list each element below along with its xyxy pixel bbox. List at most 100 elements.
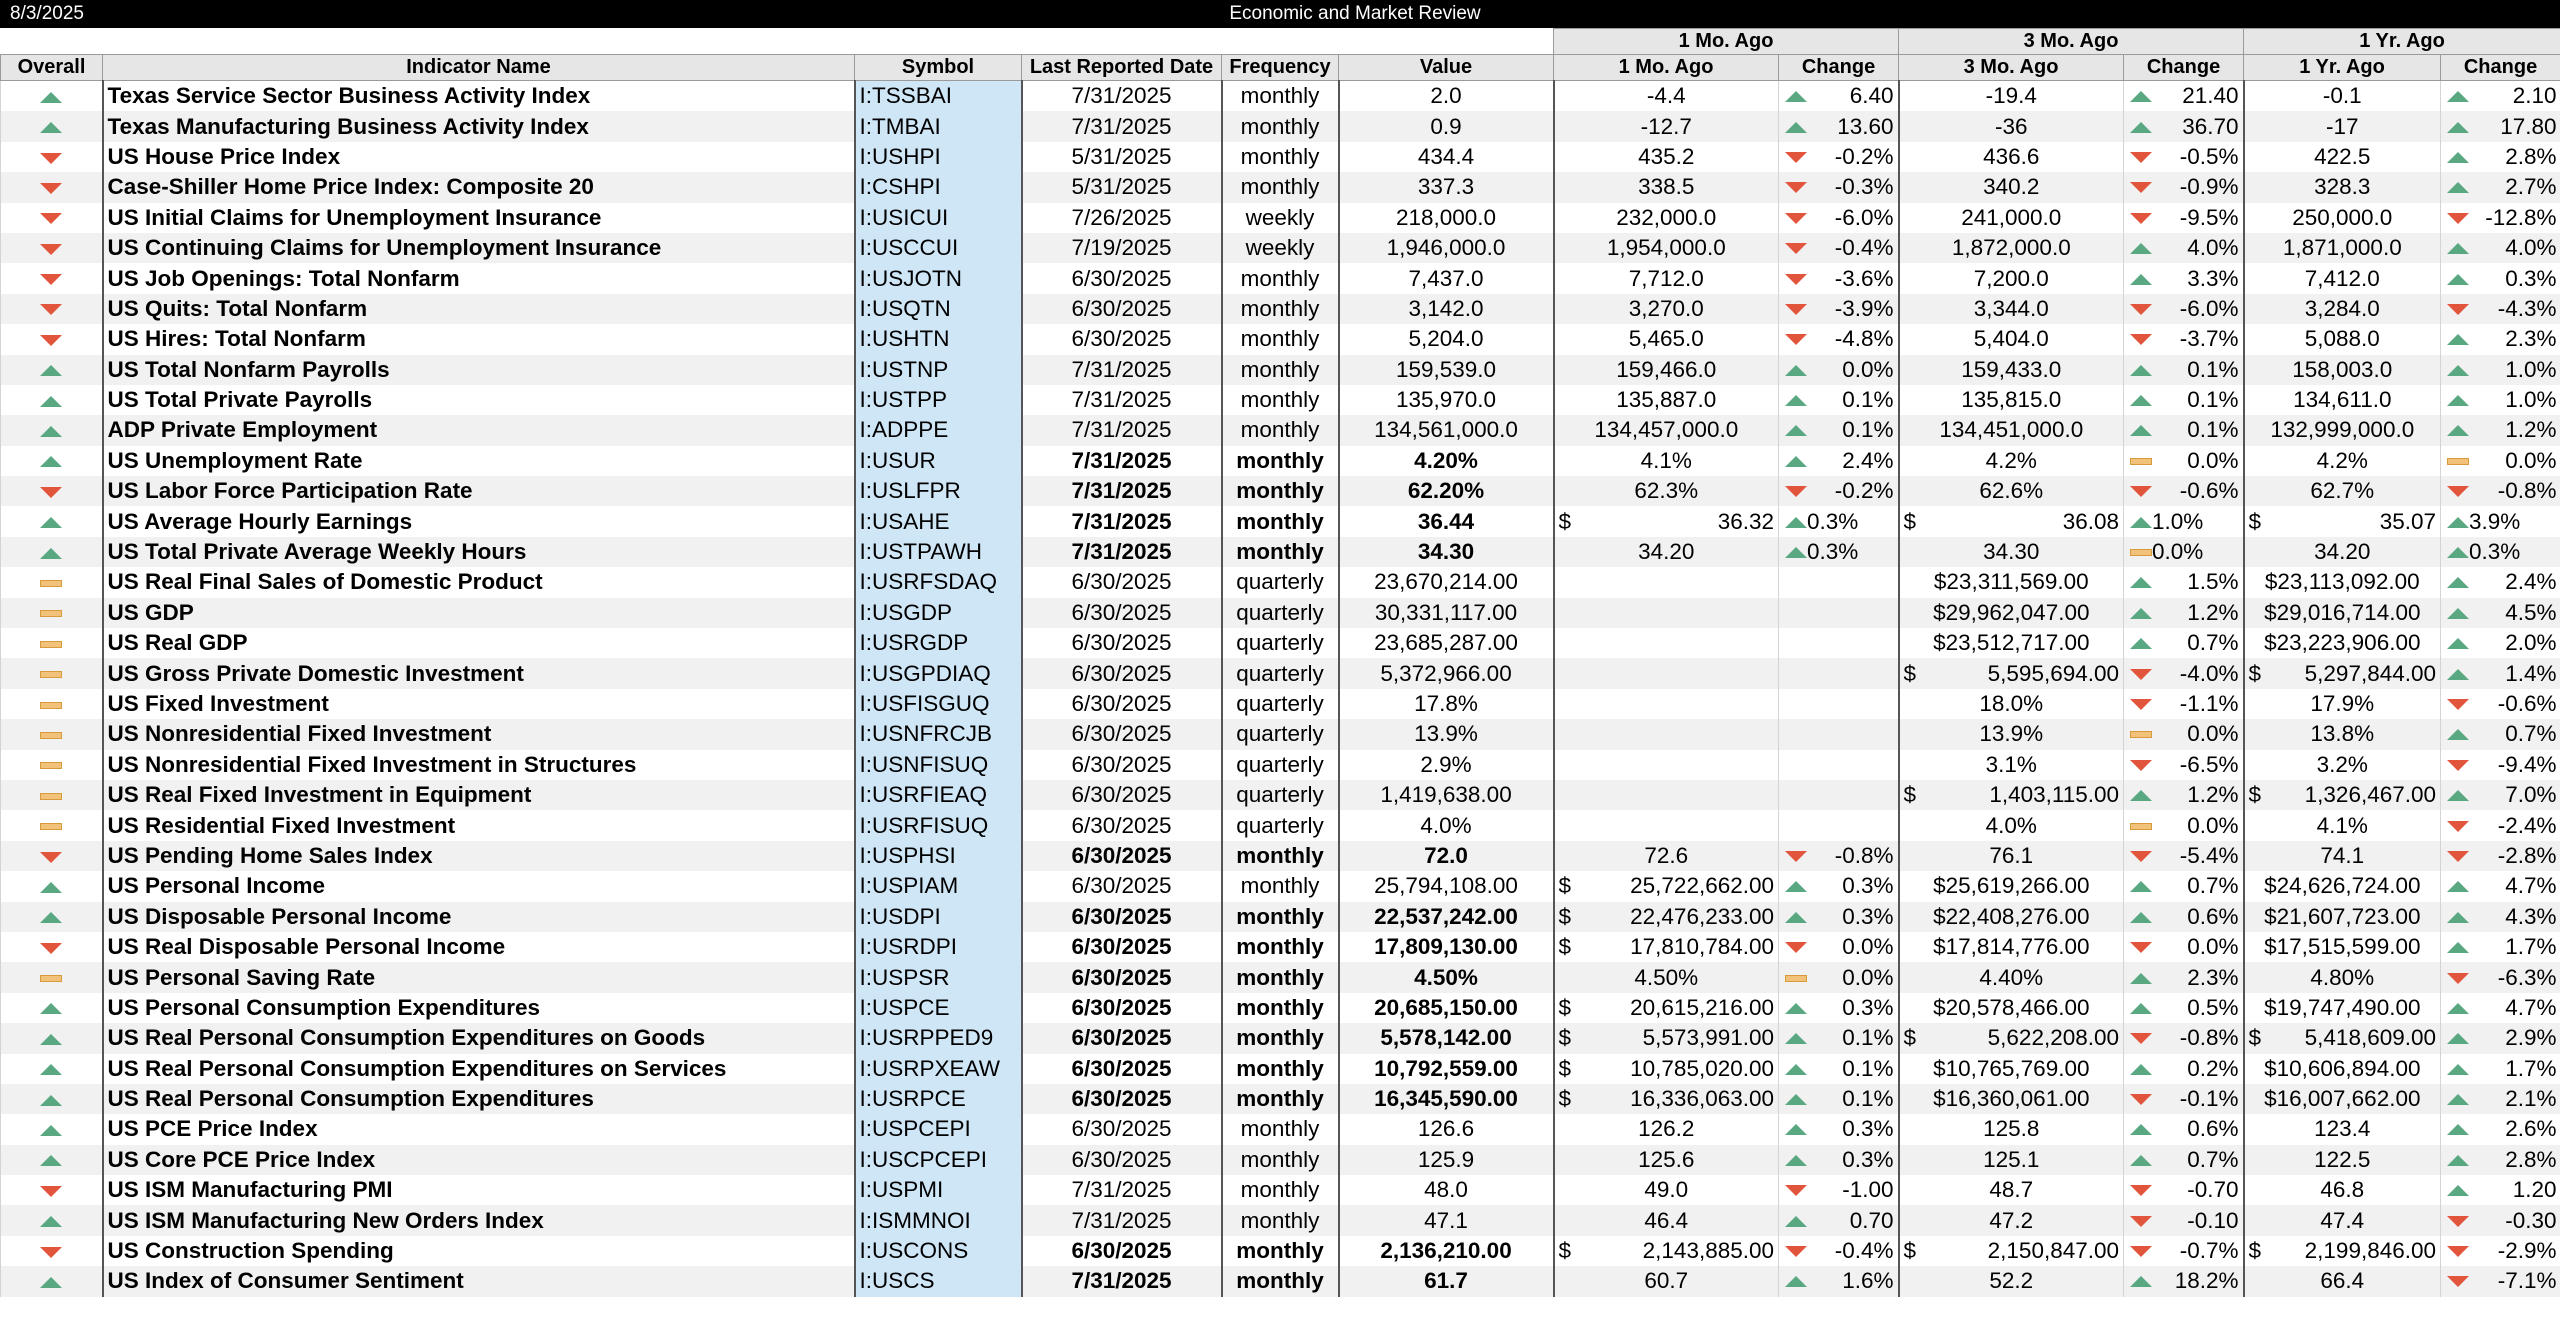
date-cell[interactable]: 6/30/2025 bbox=[1021, 810, 1223, 841]
three-month-value-cell[interactable]: 125.8 bbox=[1898, 1114, 2125, 1145]
indicator-name-cell[interactable]: US Real Personal Consumption Expenditure… bbox=[102, 1023, 856, 1054]
one-year-change-cell[interactable]: -2.8% bbox=[2440, 840, 2560, 872]
value-cell[interactable]: 17,809,130.00 bbox=[1337, 931, 1555, 963]
value-cell[interactable]: 5,372,966.00 bbox=[1337, 658, 1555, 689]
overall-cell[interactable] bbox=[0, 719, 104, 750]
one-month-value-cell[interactable]: 159,466.0 bbox=[1553, 354, 1780, 385]
date-cell[interactable]: 7/31/2025 bbox=[1021, 384, 1223, 416]
one-month-change-cell[interactable]: 0.70 bbox=[1778, 1205, 1900, 1236]
one-year-value-cell[interactable]: $10,606,894.00 bbox=[2243, 1053, 2442, 1084]
one-year-value-cell[interactable]: $24,626,724.00 bbox=[2243, 871, 2442, 902]
indicator-name-cell[interactable]: US Residential Fixed Investment bbox=[102, 810, 856, 841]
overall-cell[interactable] bbox=[0, 506, 104, 537]
frequency-cell[interactable]: monthly bbox=[1221, 962, 1340, 993]
three-month-value-cell[interactable]: 4.0% bbox=[1898, 810, 2125, 841]
indicator-name-cell[interactable]: US Quits: Total Nonfarm bbox=[102, 293, 856, 325]
date-cell[interactable]: 7/31/2025 bbox=[1021, 415, 1223, 446]
symbol-cell[interactable]: I:USCCUI bbox=[854, 232, 1023, 264]
one-year-value-cell[interactable]: $19,747,490.00 bbox=[2243, 992, 2442, 1024]
frequency-cell[interactable]: monthly bbox=[1221, 1083, 1340, 1115]
indicator-name-cell[interactable]: US Personal Consumption Expenditures bbox=[102, 992, 856, 1024]
one-year-value-cell[interactable]: 422.5 bbox=[2243, 141, 2442, 173]
symbol-cell[interactable]: I:USAHE bbox=[854, 506, 1023, 537]
one-year-value-cell[interactable]: $5,418,609.00 bbox=[2243, 1023, 2442, 1054]
symbol-cell[interactable]: I:USGDP bbox=[854, 597, 1023, 629]
value-cell[interactable]: 2.0 bbox=[1337, 80, 1555, 112]
one-month-change-cell[interactable]: -0.4% bbox=[1778, 232, 1900, 264]
indicator-name-cell[interactable]: US Real Disposable Personal Income bbox=[102, 931, 856, 963]
one-month-value-cell[interactable]: 125.6 bbox=[1553, 1144, 1780, 1176]
one-year-change-cell[interactable]: -4.3% bbox=[2440, 293, 2560, 325]
frequency-cell[interactable]: quarterly bbox=[1221, 567, 1340, 598]
frequency-cell[interactable]: monthly bbox=[1221, 1114, 1340, 1145]
value-cell[interactable]: 23,670,214.00 bbox=[1337, 567, 1555, 598]
value-cell[interactable]: 4.0% bbox=[1337, 810, 1555, 841]
one-month-change-cell[interactable] bbox=[1778, 749, 1900, 780]
one-month-change-cell[interactable]: 0.1% bbox=[1778, 415, 1900, 446]
one-month-value-cell[interactable]: $25,722,662.00 bbox=[1553, 871, 1780, 902]
symbol-cell[interactable]: I:USRPPED9 bbox=[854, 1023, 1023, 1054]
frequency-cell[interactable]: monthly bbox=[1221, 840, 1340, 872]
one-month-change-cell[interactable]: 0.0% bbox=[1778, 962, 1900, 993]
three-month-value-cell[interactable]: $5,595,694.00 bbox=[1898, 658, 2125, 689]
one-month-value-cell[interactable]: 4.1% bbox=[1553, 445, 1780, 477]
value-cell[interactable]: 337.3 bbox=[1337, 172, 1555, 203]
overall-cell[interactable] bbox=[0, 1205, 104, 1236]
one-year-change-cell[interactable]: 2.0% bbox=[2440, 628, 2560, 659]
indicator-name-cell[interactable]: US Personal Income bbox=[102, 871, 856, 902]
symbol-cell[interactable]: I:USRPXEAW bbox=[854, 1053, 1023, 1084]
one-year-change-cell[interactable]: 2.4% bbox=[2440, 567, 2560, 598]
one-year-value-cell[interactable]: 17.9% bbox=[2243, 688, 2442, 720]
one-year-value-cell[interactable]: $5,297,844.00 bbox=[2243, 658, 2442, 689]
symbol-cell[interactable]: I:USPSR bbox=[854, 962, 1023, 993]
one-year-change-cell[interactable]: -0.30 bbox=[2440, 1205, 2560, 1236]
one-month-value-cell[interactable] bbox=[1553, 688, 1780, 720]
three-month-change-cell[interactable]: 1.0% bbox=[2123, 506, 2245, 537]
three-month-value-cell[interactable]: $1,403,115.00 bbox=[1898, 779, 2125, 811]
one-year-change-cell[interactable]: -2.9% bbox=[2440, 1235, 2560, 1267]
one-year-value-cell[interactable]: $16,007,662.00 bbox=[2243, 1083, 2442, 1115]
frequency-cell[interactable]: monthly bbox=[1221, 1266, 1340, 1297]
three-month-value-cell[interactable]: 4.2% bbox=[1898, 445, 2125, 477]
one-year-value-cell[interactable]: 3,284.0 bbox=[2243, 293, 2442, 325]
indicator-name-cell[interactable]: US Real Personal Consumption Expenditure… bbox=[102, 1083, 856, 1115]
one-year-change-cell[interactable]: 1.4% bbox=[2440, 658, 2560, 689]
symbol-cell[interactable]: I:CSHPI bbox=[854, 172, 1023, 203]
three-month-change-cell[interactable]: 0.1% bbox=[2123, 384, 2245, 416]
frequency-cell[interactable]: monthly bbox=[1221, 141, 1340, 173]
three-month-value-cell[interactable]: $25,619,266.00 bbox=[1898, 871, 2125, 902]
col-header-1yr[interactable]: 1 Yr. Ago bbox=[2243, 54, 2442, 81]
one-year-change-cell[interactable]: 2.9% bbox=[2440, 1023, 2560, 1054]
one-month-value-cell[interactable]: $36.32 bbox=[1553, 506, 1780, 537]
three-month-change-cell[interactable]: 0.7% bbox=[2123, 628, 2245, 659]
date-cell[interactable]: 6/30/2025 bbox=[1021, 597, 1223, 629]
overall-cell[interactable] bbox=[0, 202, 104, 233]
symbol-cell[interactable]: I:USPMI bbox=[854, 1175, 1023, 1206]
three-month-value-cell[interactable]: 34.30 bbox=[1898, 536, 2125, 568]
date-cell[interactable]: 6/30/2025 bbox=[1021, 1144, 1223, 1176]
three-month-value-cell[interactable]: 7,200.0 bbox=[1898, 263, 2125, 294]
frequency-cell[interactable]: quarterly bbox=[1221, 719, 1340, 750]
indicator-name-cell[interactable]: Texas Manufacturing Business Activity In… bbox=[102, 111, 856, 142]
one-month-value-cell[interactable] bbox=[1553, 810, 1780, 841]
date-cell[interactable]: 6/30/2025 bbox=[1021, 931, 1223, 963]
one-year-value-cell[interactable]: 3.2% bbox=[2243, 749, 2442, 780]
overall-cell[interactable] bbox=[0, 628, 104, 659]
one-month-change-cell[interactable]: 0.1% bbox=[1778, 384, 1900, 416]
three-month-value-cell[interactable]: $17,814,776.00 bbox=[1898, 931, 2125, 963]
date-cell[interactable]: 5/31/2025 bbox=[1021, 172, 1223, 203]
indicator-name-cell[interactable]: US PCE Price Index bbox=[102, 1114, 856, 1145]
frequency-cell[interactable]: monthly bbox=[1221, 1023, 1340, 1054]
one-month-change-cell[interactable]: 1.6% bbox=[1778, 1266, 1900, 1297]
date-cell[interactable]: 6/30/2025 bbox=[1021, 567, 1223, 598]
value-cell[interactable]: 13.9% bbox=[1337, 719, 1555, 750]
overall-cell[interactable] bbox=[0, 141, 104, 173]
one-month-value-cell[interactable]: 3,270.0 bbox=[1553, 293, 1780, 325]
overall-cell[interactable] bbox=[0, 1175, 104, 1206]
symbol-cell[interactable]: I:USPCE bbox=[854, 992, 1023, 1024]
indicator-name-cell[interactable]: US Disposable Personal Income bbox=[102, 901, 856, 932]
three-month-value-cell[interactable]: -19.4 bbox=[1898, 80, 2125, 112]
value-cell[interactable]: 72.0 bbox=[1337, 840, 1555, 872]
symbol-cell[interactable]: I:USHPI bbox=[854, 141, 1023, 173]
one-month-value-cell[interactable] bbox=[1553, 597, 1780, 629]
